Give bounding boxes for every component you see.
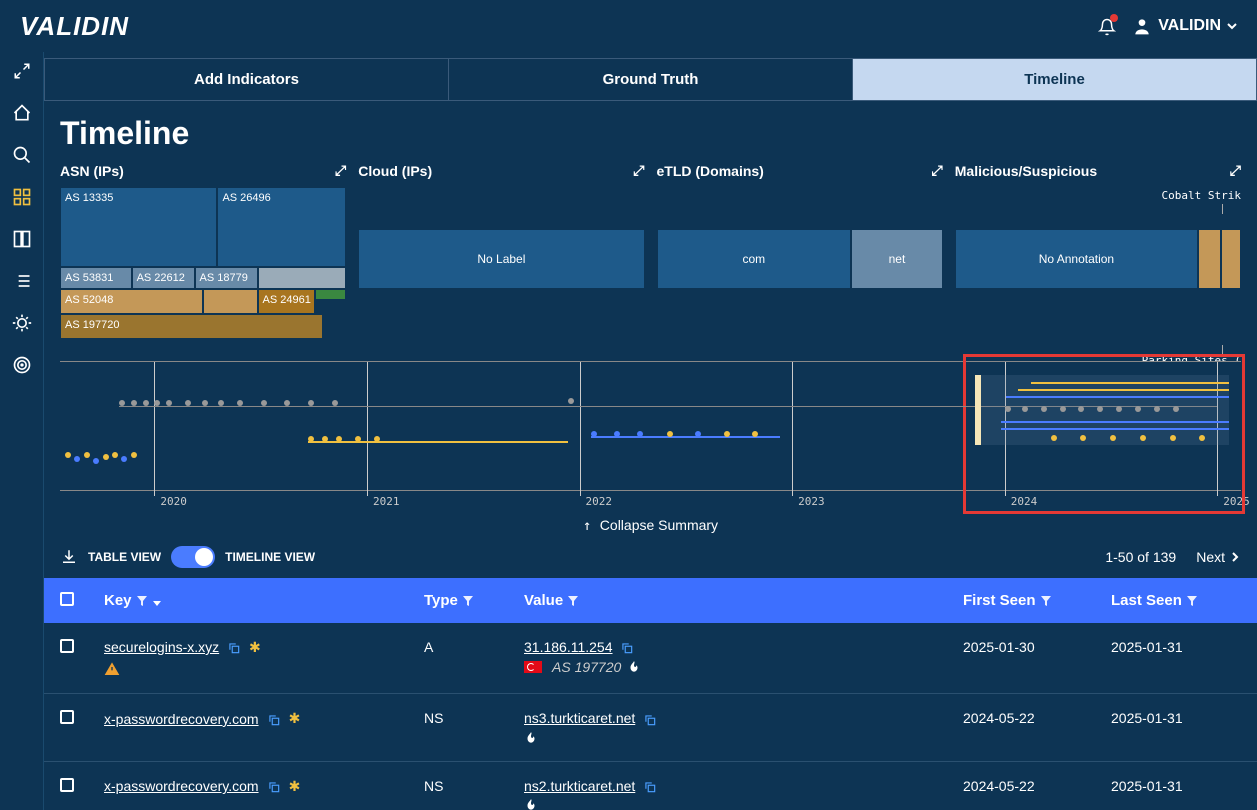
- expand-etld-icon[interactable]: ⤢: [932, 162, 943, 179]
- sort-icon[interactable]: [152, 596, 162, 606]
- fire-icon: [524, 731, 538, 745]
- type-cell: NS: [424, 710, 524, 726]
- star-icon: ✱: [289, 710, 301, 727]
- tab-add-indicators[interactable]: Add Indicators: [45, 59, 449, 100]
- filter-icon[interactable]: [462, 595, 474, 607]
- table-view-label: TABLE VIEW: [88, 550, 161, 564]
- panel-etld-title: eTLD (Domains): [657, 163, 764, 179]
- panel-asn-title: ASN (IPs): [60, 163, 124, 179]
- bug-icon[interactable]: [11, 312, 33, 334]
- last-seen: 2025-01-31: [1111, 778, 1241, 794]
- table-row: x-passwordrecovery.com ✱ NS ns3.turktica…: [44, 694, 1257, 761]
- sidebar: [0, 0, 44, 810]
- search-icon[interactable]: [11, 144, 33, 166]
- page-title: Timeline: [44, 101, 1257, 162]
- filter-icon[interactable]: [1186, 595, 1198, 607]
- columns-icon[interactable]: [11, 228, 33, 250]
- flag-icon: [524, 661, 542, 673]
- star-icon: ✱: [249, 639, 261, 655]
- pagination-range: 1-50 of 139: [1105, 549, 1176, 565]
- type-cell: NS: [424, 778, 524, 794]
- next-button[interactable]: Next: [1196, 549, 1241, 565]
- logo: VALIDIN: [20, 11, 129, 42]
- copy-icon[interactable]: [643, 778, 657, 794]
- table-header: Key Type Value First Seen Last Seen: [44, 578, 1257, 623]
- first-seen: 2024-05-22: [963, 710, 1111, 726]
- filter-icon[interactable]: [567, 595, 579, 607]
- key-link[interactable]: securelogins-x.xyz: [104, 639, 219, 655]
- timeline-view-label: TIMELINE VIEW: [225, 550, 315, 564]
- table-row: securelogins-x.xyz ✱ A 31.186.11.254 AS …: [44, 623, 1257, 694]
- first-seen: 2025-01-30: [963, 639, 1111, 655]
- copy-icon[interactable]: [267, 711, 281, 727]
- star-icon: ✱: [289, 778, 301, 795]
- cloud-block[interactable]: No Label: [358, 229, 644, 289]
- row-checkbox[interactable]: [60, 710, 74, 724]
- notifications-icon[interactable]: [1098, 16, 1116, 37]
- view-toggle[interactable]: [171, 546, 215, 568]
- tab-timeline[interactable]: Timeline: [853, 59, 1256, 100]
- filter-icon[interactable]: [1040, 595, 1052, 607]
- cobalt-strike-label: Cobalt Strik: [1162, 189, 1241, 202]
- value-link[interactable]: 31.186.11.254: [524, 639, 613, 655]
- target-icon[interactable]: [11, 354, 33, 376]
- download-icon[interactable]: [60, 548, 78, 566]
- select-all-checkbox[interactable]: [60, 592, 74, 606]
- copy-icon[interactable]: [620, 639, 634, 655]
- user-menu[interactable]: VALIDIN: [1132, 16, 1237, 36]
- expand-asn-icon[interactable]: ⤢: [335, 162, 346, 179]
- copy-icon[interactable]: [267, 778, 281, 794]
- filter-icon[interactable]: [136, 595, 148, 607]
- grid-icon[interactable]: [11, 186, 33, 208]
- malicious-block[interactable]: No Annotation: [955, 229, 1241, 289]
- list-icon[interactable]: [11, 270, 33, 292]
- type-cell: A: [424, 639, 524, 655]
- etld-block[interactable]: comnet: [657, 229, 943, 289]
- panel-malicious-title: Malicious/Suspicious: [955, 163, 1097, 179]
- warning-icon: [104, 660, 261, 677]
- timeline-chart[interactable]: 2020 2021 2022 2023 2024 2025: [60, 361, 1241, 491]
- tab-ground-truth[interactable]: Ground Truth: [449, 59, 853, 100]
- last-seen: 2025-01-31: [1111, 710, 1241, 726]
- asn-treemap[interactable]: AS 13335AS 26496 AS 53831AS 22612AS 1877…: [60, 187, 346, 347]
- key-link[interactable]: x-passwordrecovery.com: [104, 778, 259, 794]
- key-link[interactable]: x-passwordrecovery.com: [104, 711, 259, 727]
- expand-icon[interactable]: [11, 60, 33, 82]
- home-icon[interactable]: [11, 102, 33, 124]
- row-checkbox[interactable]: [60, 639, 74, 653]
- expand-malicious-icon[interactable]: ⤢: [1230, 162, 1241, 179]
- copy-icon[interactable]: [643, 710, 657, 726]
- fire-icon: [524, 798, 538, 810]
- expand-cloud-icon[interactable]: ⤢: [633, 162, 644, 179]
- panel-cloud-title: Cloud (IPs): [358, 163, 432, 179]
- value-link[interactable]: ns2.turkticaret.net: [524, 778, 635, 794]
- copy-icon[interactable]: [227, 639, 241, 655]
- value-link[interactable]: ns3.turkticaret.net: [524, 710, 635, 726]
- fire-icon: [627, 660, 641, 674]
- row-checkbox[interactable]: [60, 778, 74, 792]
- table-row: x-passwordrecovery.com ✱ NS ns2.turktica…: [44, 762, 1257, 810]
- first-seen: 2024-05-22: [963, 778, 1111, 794]
- last-seen: 2025-01-31: [1111, 639, 1241, 655]
